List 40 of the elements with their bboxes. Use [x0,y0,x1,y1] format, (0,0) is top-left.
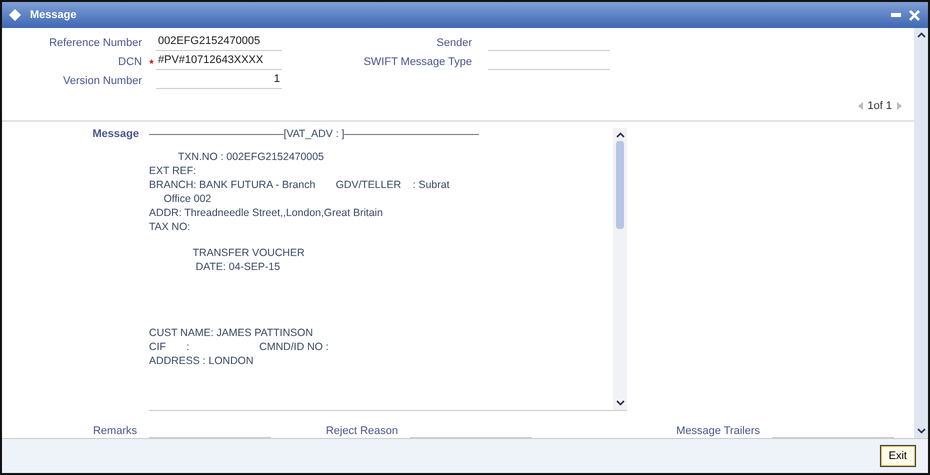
next-icon[interactable] [897,102,902,110]
message-line: DATE: 04-SEP-15 [194,260,282,274]
field-label: Reference Number [48,36,143,48]
minimize-icon[interactable] [891,13,901,17]
field-label: Message [92,128,140,142]
scroll-up-icon[interactable] [916,32,926,38]
input-field[interactable]: #PV#10712643XXXX [156,53,282,70]
scrollbar[interactable] [613,128,627,410]
message-line: TRANSFER VOUCHER [192,246,306,260]
message-line: EXT REF: [149,164,198,178]
close-icon[interactable] [909,10,920,20]
message-line: TXN.NO : 002EFG2152470005 [176,150,325,164]
scroll-thumb[interactable] [616,141,624,229]
previous-icon[interactable] [858,102,863,110]
message-text-area[interactable] [149,128,627,411]
window-title: Message [30,9,76,21]
message-line: CUST NAME: JAMES PATTINSON [149,326,314,340]
page-indicator: 1of 1 [868,100,892,112]
exit-button[interactable]: Exit [880,445,916,467]
scroll-down-icon[interactable] [916,428,926,434]
message-line: TAX NO: [149,220,192,234]
field-label: Message Trailers [675,424,761,436]
scroll-down-icon[interactable] [616,400,624,406]
field-label: Version Number [62,74,143,86]
input-field[interactable]: 1 [156,72,282,89]
message-line: ADDR: Threadneedle Street,,London,Great Britain [149,206,384,220]
field-label: Reject Reason [324,424,399,436]
input-field[interactable]: 002EFG2152470005 [156,34,282,51]
field-label: SWIFT Message Type [362,56,473,68]
field-label: Sender [436,36,473,48]
message-line: BRANCH: BANK FUTURA - Branch GDV/TELLER : Subrat [149,178,450,192]
message-line: CIF : CMND/ID NO : [149,340,330,354]
scroll-up-icon[interactable] [616,132,624,138]
diamond-icon [8,8,22,22]
field-label: DCN [117,56,143,68]
message-header: [VAT_ADV : ] [284,128,344,140]
message-line: Office 002 [162,192,212,206]
message-line: ADDRESS : LONDON [149,354,254,368]
field-label: Remarks [92,424,138,436]
scrollbar[interactable] [914,28,928,438]
